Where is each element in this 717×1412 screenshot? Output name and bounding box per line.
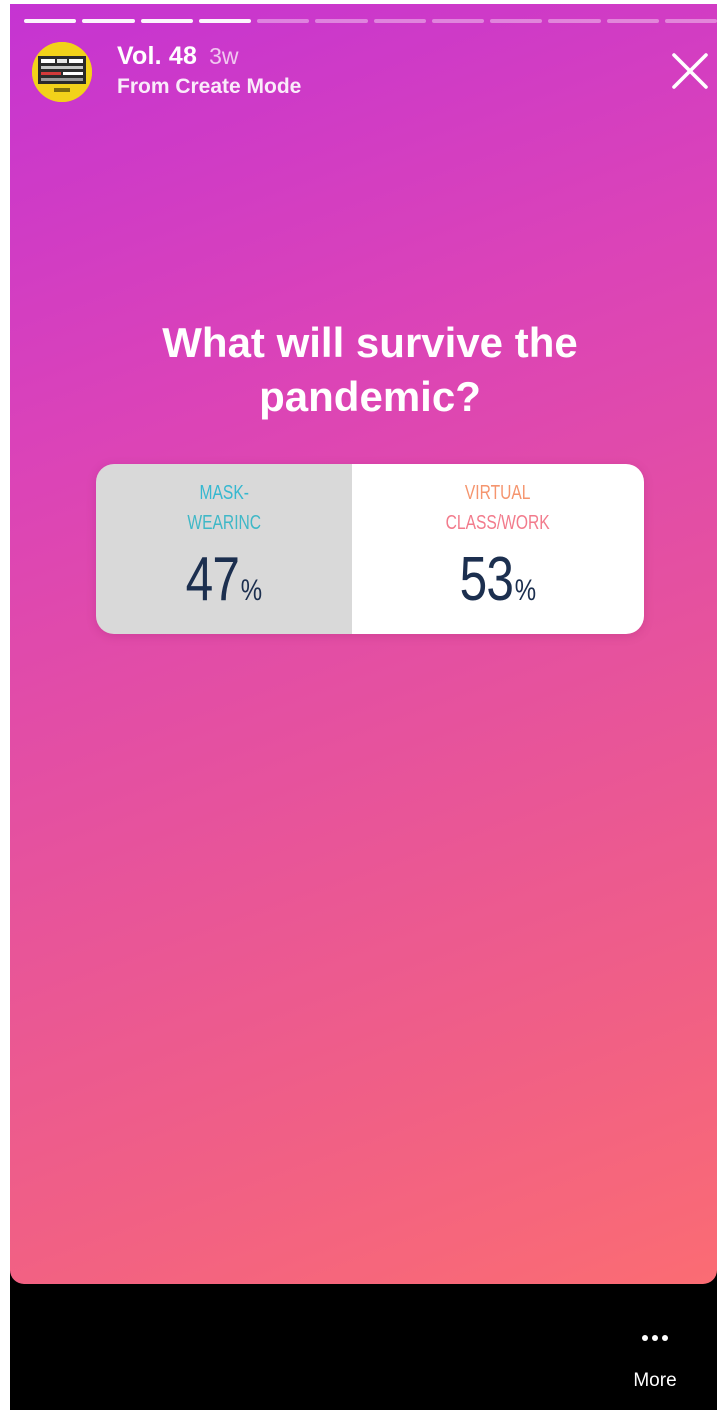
more-dots-icon (642, 1335, 668, 1341)
avatar[interactable] (32, 42, 92, 102)
poll-option-mask-wearing[interactable]: MASK- WEARINC 47 % (96, 464, 352, 634)
story-progress-segment (431, 19, 484, 23)
story-progress-segment (198, 19, 251, 23)
poll-option-result: 47 % (186, 544, 263, 615)
poll-option-label: VIRTUAL CLASS/WORK (445, 482, 551, 534)
avatar-image (32, 42, 92, 102)
poll-sticker: MASK- WEARINC 47 % VIRTUAL CLASS/WORK 53… (96, 464, 644, 634)
story-progress-segment (664, 19, 717, 23)
poll-option-virtual-class-work[interactable]: VIRTUAL CLASS/WORK 53 % (352, 464, 644, 634)
story-progress-segment (548, 19, 601, 23)
close-button[interactable] (668, 49, 712, 93)
poll-option-percent: 47 (185, 545, 240, 614)
story-progress-segment (373, 19, 426, 23)
story-card[interactable]: Vol. 48 3w From Create Mode What will su… (10, 4, 717, 1284)
story-progress-segment (82, 19, 135, 23)
percent-sign: % (240, 574, 263, 607)
story-progress-segment (140, 19, 193, 23)
poll-option-result: 53 % (460, 544, 537, 615)
story-viewer: Vol. 48 3w From Create Mode What will su… (10, 4, 717, 1410)
close-icon (672, 53, 708, 89)
post-time: 3w (209, 43, 239, 69)
story-progress-bar (24, 19, 717, 23)
story-progress-segment (24, 19, 77, 23)
story-progress-segment (606, 19, 659, 23)
poll-option-percent: 53 (459, 545, 514, 614)
story-progress-segment (490, 19, 543, 23)
poll-option-label: MASK- WEARINC (187, 482, 261, 534)
story-progress-segment (315, 19, 368, 23)
author-name[interactable]: Vol. 48 (117, 42, 197, 71)
percent-sign: % (514, 574, 537, 607)
author-subtitle: From Create Mode (117, 75, 302, 98)
poll-question: What will survive the pandemic? (162, 319, 578, 420)
story-author[interactable]: Vol. 48 3w From Create Mode (117, 42, 301, 99)
more-button[interactable]: More (610, 1324, 700, 1404)
story-progress-segment (257, 19, 310, 23)
more-label: More (633, 1370, 677, 1391)
